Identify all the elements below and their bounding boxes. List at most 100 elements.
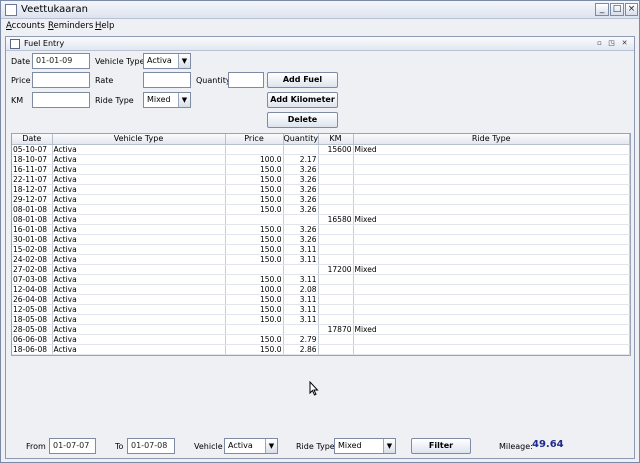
column-header-km[interactable]: KM (318, 134, 354, 145)
cell-vehicle-type[interactable]: Activa (52, 194, 226, 205)
table-row[interactable]: 12-05-08 Activa 150.0 3.11 (12, 304, 630, 315)
cell-vehicle-type[interactable]: Activa (52, 274, 226, 285)
cell-km[interactable]: 17200 (318, 264, 354, 275)
cell-date[interactable]: 15-02-08 (12, 244, 53, 255)
cell-quantity[interactable] (283, 264, 319, 275)
cell-ride-type[interactable] (353, 254, 630, 265)
table-row[interactable]: 26-04-08 Activa 150.0 3.11 (12, 294, 630, 305)
cell-ride-type[interactable]: Mixed (353, 144, 630, 155)
cell-date[interactable]: 16-01-08 (12, 224, 53, 235)
cell-km[interactable] (318, 294, 354, 305)
km-input[interactable] (32, 92, 90, 108)
cell-quantity[interactable]: 2.17 (283, 154, 319, 165)
cell-km[interactable] (318, 194, 354, 205)
cell-vehicle-type[interactable]: Activa (52, 154, 226, 165)
cell-ride-type[interactable] (353, 194, 630, 205)
date-input[interactable]: 01-01-09 (32, 53, 90, 69)
cell-quantity[interactable]: 3.26 (283, 174, 319, 185)
cell-quantity[interactable]: 3.26 (283, 234, 319, 245)
cell-ride-type[interactable] (353, 294, 630, 305)
cell-date[interactable]: 07-03-08 (12, 274, 53, 285)
cell-km[interactable] (318, 224, 354, 235)
table-row[interactable]: 18-12-07 Activa 150.0 3.26 (12, 184, 630, 195)
cell-price[interactable]: 150.0 (225, 314, 284, 325)
column-header-price[interactable]: Price (225, 134, 284, 145)
filter-ride-type-select[interactable]: Mixed ▼ (334, 438, 396, 454)
cell-date[interactable]: 18-12-07 (12, 184, 53, 195)
cell-quantity[interactable]: 3.11 (283, 294, 319, 305)
chevron-down-icon[interactable]: ▼ (178, 93, 190, 107)
cell-km[interactable] (318, 284, 354, 295)
table-row[interactable]: 12-04-08 Activa 100.0 2.08 (12, 284, 630, 295)
cell-km[interactable] (318, 184, 354, 195)
cell-price[interactable]: 100.0 (225, 154, 284, 165)
cell-price[interactable]: 150.0 (225, 234, 284, 245)
cell-km[interactable] (318, 304, 354, 315)
table-row[interactable]: 18-05-08 Activa 150.0 3.11 (12, 314, 630, 325)
frame-iconify-icon[interactable]: ▫ (595, 39, 604, 48)
table-row[interactable]: 07-03-08 Activa 150.0 3.11 (12, 274, 630, 285)
cell-ride-type[interactable]: Mixed (353, 214, 630, 225)
cell-price[interactable]: 150.0 (225, 244, 284, 255)
chevron-down-icon[interactable]: ▼ (265, 439, 277, 453)
cell-quantity[interactable]: 3.26 (283, 224, 319, 235)
cell-vehicle-type[interactable]: Activa (52, 334, 226, 345)
frame-close-icon[interactable]: ✕ (620, 39, 629, 48)
table-row[interactable]: 24-02-08 Activa 150.0 3.11 (12, 254, 630, 265)
cell-km[interactable] (318, 174, 354, 185)
cell-vehicle-type[interactable]: Activa (52, 254, 226, 265)
maximize-button[interactable]: □ (610, 3, 624, 16)
cell-quantity[interactable]: 2.79 (283, 334, 319, 345)
cell-ride-type[interactable]: Mixed (353, 264, 630, 275)
cell-vehicle-type[interactable]: Activa (52, 164, 226, 175)
cell-quantity[interactable] (283, 214, 319, 225)
cell-date[interactable]: 22-11-07 (12, 174, 53, 185)
table-row[interactable]: 18-06-08 Activa 150.0 2.86 (12, 344, 630, 355)
filter-vehicle-select[interactable]: Activa ▼ (224, 438, 278, 454)
cell-vehicle-type[interactable]: Activa (52, 284, 226, 295)
cell-quantity[interactable]: 3.11 (283, 274, 319, 285)
table-row[interactable]: 16-01-08 Activa 150.0 3.26 (12, 224, 630, 235)
cell-ride-type[interactable] (353, 304, 630, 315)
cell-km[interactable] (318, 274, 354, 285)
add-fuel-button[interactable]: Add Fuel (267, 72, 338, 88)
cell-ride-type[interactable] (353, 344, 630, 355)
close-button[interactable]: × (625, 3, 638, 16)
filter-button[interactable]: Filter (411, 438, 471, 454)
table-row[interactable]: 16-11-07 Activa 150.0 3.26 (12, 164, 630, 175)
cell-ride-type[interactable] (353, 234, 630, 245)
cell-quantity[interactable]: 3.26 (283, 164, 319, 175)
cell-price[interactable]: 150.0 (225, 274, 284, 285)
cell-ride-type[interactable] (353, 164, 630, 175)
cell-km[interactable] (318, 254, 354, 265)
cell-price[interactable]: 150.0 (225, 164, 284, 175)
table-row[interactable]: 18-10-07 Activa 100.0 2.17 (12, 154, 630, 165)
cell-km[interactable] (318, 204, 354, 215)
cell-ride-type[interactable] (353, 334, 630, 345)
cell-quantity[interactable]: 3.11 (283, 244, 319, 255)
table-row[interactable]: 22-11-07 Activa 150.0 3.26 (12, 174, 630, 185)
cell-date[interactable]: 05-10-07 (12, 144, 53, 155)
cell-km[interactable]: 16580 (318, 214, 354, 225)
cell-date[interactable]: 29-12-07 (12, 194, 53, 205)
cell-date[interactable]: 08-01-08 (12, 214, 53, 225)
delete-button[interactable]: Delete (267, 112, 338, 128)
fuel-log-table[interactable]: Date Vehicle Type Price Quantity KM Ride… (11, 133, 631, 356)
cell-vehicle-type[interactable]: Activa (52, 204, 226, 215)
cell-date[interactable]: 06-06-08 (12, 334, 53, 345)
cell-quantity[interactable] (283, 324, 319, 335)
cell-vehicle-type[interactable]: Activa (52, 344, 226, 355)
table-row[interactable]: 28-05-08 Activa 17870 Mixed (12, 324, 630, 335)
cell-km[interactable] (318, 154, 354, 165)
cell-ride-type[interactable] (353, 244, 630, 255)
menu-reminders[interactable]: Reminders (48, 21, 93, 31)
cell-price[interactable]: 150.0 (225, 334, 284, 345)
cell-ride-type[interactable] (353, 224, 630, 235)
column-header-date[interactable]: Date (12, 134, 53, 145)
cell-vehicle-type[interactable]: Activa (52, 184, 226, 195)
cell-date[interactable]: 24-02-08 (12, 254, 53, 265)
cell-price[interactable]: 150.0 (225, 344, 284, 355)
table-row[interactable]: 29-12-07 Activa 150.0 3.26 (12, 194, 630, 205)
table-row[interactable]: 06-06-08 Activa 150.0 2.79 (12, 334, 630, 345)
from-date-input[interactable]: 01-07-07 (49, 438, 96, 454)
